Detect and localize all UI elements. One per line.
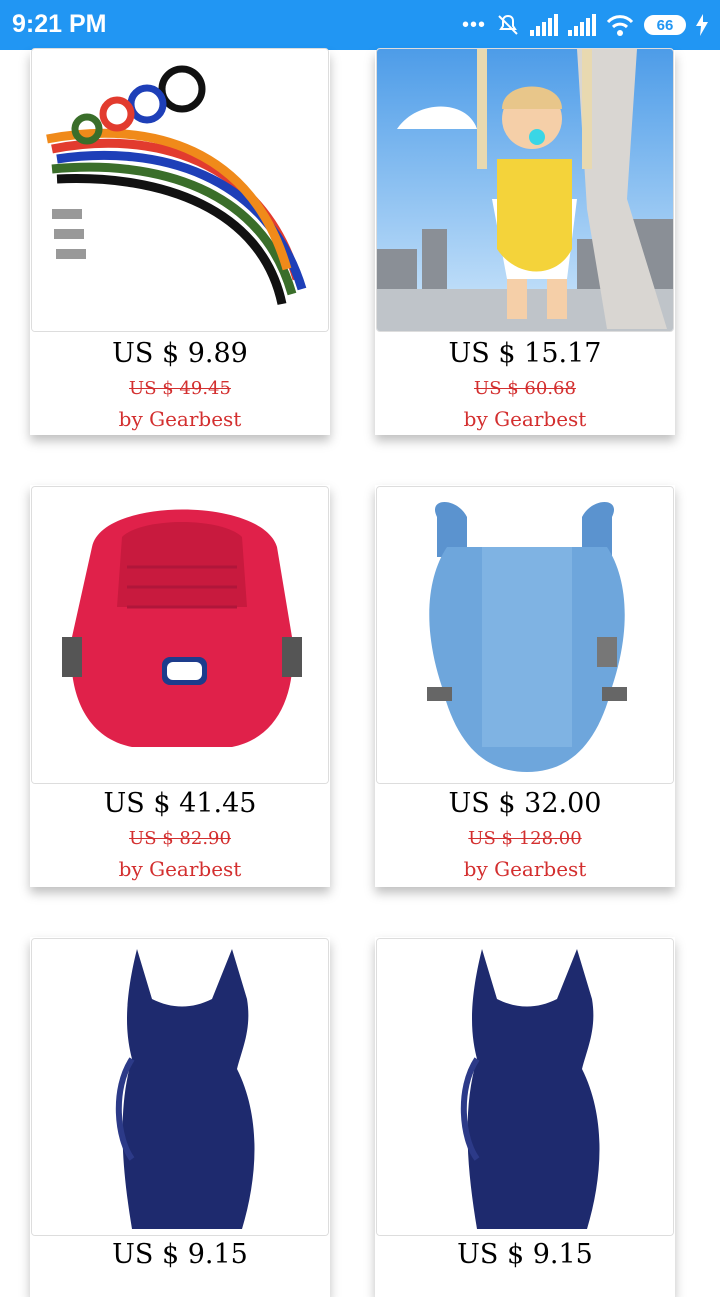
signal-icon-2 [568, 14, 596, 36]
status-time: 9:21 PM [12, 10, 107, 38]
product-card[interactable]: US $ 9.89 US $ 49.45 by Gearbest [30, 48, 330, 435]
more-dots-icon: ••• [461, 13, 486, 36]
product-old-price: US $ 60.68 [474, 378, 576, 399]
product-card[interactable]: US $ 9.15 [30, 937, 330, 1297]
product-card[interactable]: US $ 32.00 US $ 128.00 by Gearbest [375, 485, 675, 887]
status-bar: 9:21 PM ••• 66 [0, 0, 720, 50]
signal-icon [530, 14, 558, 36]
product-seller: by Gearbest [463, 857, 587, 881]
product-card[interactable]: US $ 15.17 US $ 60.68 by Gearbest [375, 48, 675, 435]
product-card[interactable]: US $ 9.15 [375, 937, 675, 1297]
product-image[interactable] [376, 938, 674, 1236]
product-price: US $ 15.17 [448, 338, 602, 369]
product-image[interactable] [31, 486, 329, 784]
product-image[interactable] [31, 48, 329, 332]
product-card[interactable]: US $ 41.45 US $ 82.90 by Gearbest [30, 485, 330, 887]
battery-icon: 66 [644, 15, 686, 35]
product-seller: by Gearbest [118, 857, 242, 881]
product-seller: by Gearbest [118, 407, 242, 431]
product-image[interactable] [31, 938, 329, 1236]
status-icons: ••• 66 [462, 10, 708, 40]
charging-icon [696, 14, 708, 36]
product-image[interactable] [376, 486, 674, 784]
product-price: US $ 9.15 [112, 1239, 248, 1270]
product-price: US $ 9.15 [457, 1239, 593, 1270]
product-price: US $ 41.45 [103, 788, 257, 819]
product-image[interactable] [376, 48, 674, 332]
product-price: US $ 32.00 [448, 788, 602, 819]
product-price: US $ 9.89 [112, 338, 248, 369]
product-old-price: US $ 82.90 [129, 828, 231, 849]
product-old-price: US $ 49.45 [129, 378, 231, 399]
product-seller: by Gearbest [463, 407, 587, 431]
wifi-icon [606, 15, 634, 36]
notifications-off-icon [498, 14, 518, 35]
product-old-price: US $ 128.00 [468, 828, 582, 849]
